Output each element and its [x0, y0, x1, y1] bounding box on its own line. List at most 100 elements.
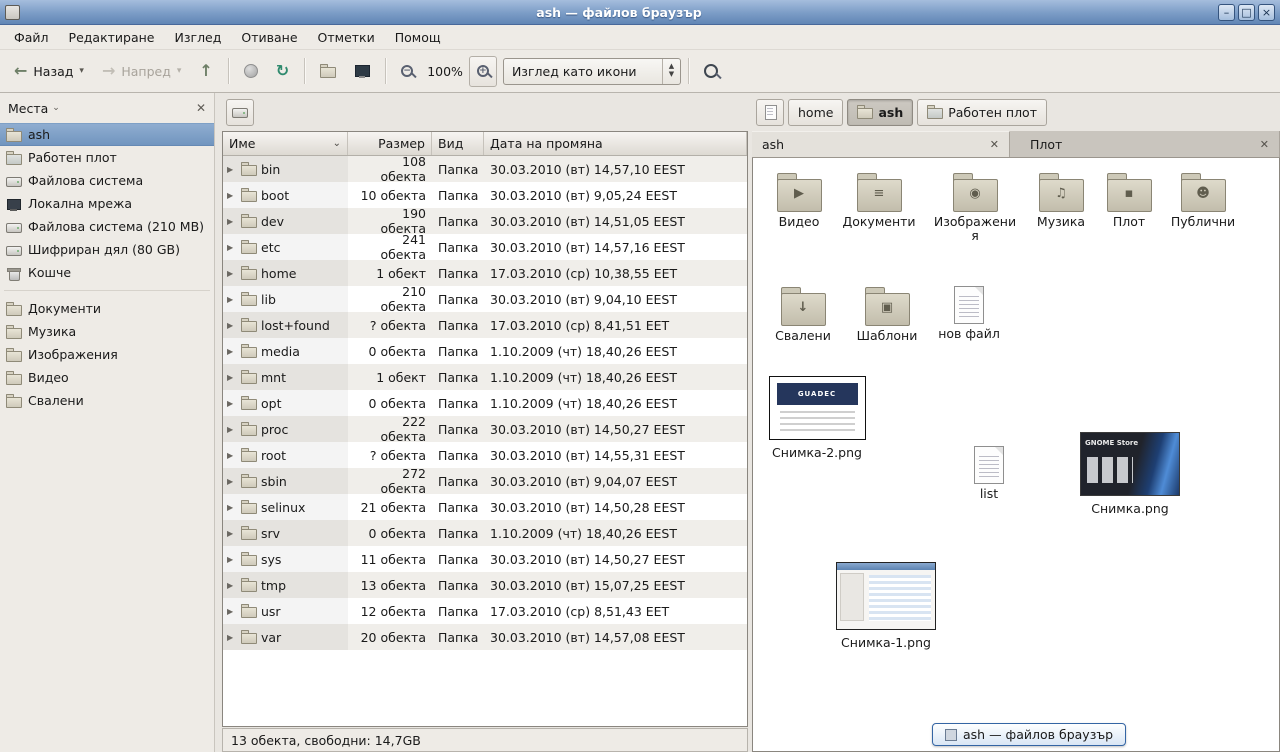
expander-icon[interactable]: ▶ — [227, 295, 237, 304]
sidebar-item[interactable]: Локална мрежа — [0, 192, 214, 215]
sidebar-item[interactable]: Работен плот — [0, 146, 214, 169]
pathbar-root-button[interactable] — [756, 99, 784, 126]
combobox-spinner-icon[interactable]: ▲▼ — [662, 59, 680, 84]
sidebar-close-icon[interactable]: ✕ — [196, 101, 206, 115]
up-button[interactable]: ↑ — [191, 56, 220, 87]
folder-desktop[interactable]: Плот — [1091, 172, 1167, 229]
search-button[interactable] — [696, 56, 726, 87]
expander-icon[interactable]: ▶ — [227, 451, 237, 460]
file-row[interactable]: ▶ sbin 272 обекта Папка 30.03.2010 (вт) … — [223, 468, 747, 494]
column-header-size[interactable]: Размер — [348, 132, 432, 155]
stop-button[interactable] — [236, 56, 266, 87]
file-row[interactable]: ▶ bin 108 обекта Папка 30.03.2010 (вт) 1… — [223, 156, 747, 182]
file-row[interactable]: ▶ usr 12 обекта Папка 17.03.2010 (ср) 8,… — [223, 598, 747, 624]
folder-downloads[interactable]: Свалени — [765, 286, 841, 343]
menu-file[interactable]: Файл — [4, 27, 59, 48]
expander-icon[interactable]: ▶ — [227, 633, 237, 642]
reload-button[interactable]: ↻ — [268, 56, 297, 87]
menu-view[interactable]: Изглед — [165, 27, 232, 48]
file-row[interactable]: ▶ dev 190 обекта Папка 30.03.2010 (вт) 1… — [223, 208, 747, 234]
file-row[interactable]: ▶ proc 222 обекта Папка 30.03.2010 (вт) … — [223, 416, 747, 442]
expander-icon[interactable]: ▶ — [227, 243, 237, 252]
sidebar-item[interactable]: Файлова система — [0, 169, 214, 192]
close-button[interactable]: × — [1258, 4, 1275, 21]
folder-video[interactable]: Видео — [759, 172, 839, 229]
tab-plot[interactable]: Плот ✕ — [1010, 131, 1280, 157]
taskbar-window-button[interactable]: ash — файлов браузър — [932, 723, 1126, 746]
file-row[interactable]: ▶ lost+found ? обекта Папка 17.03.2010 (… — [223, 312, 747, 338]
file-row[interactable]: ▶ etc 241 обекта Папка 30.03.2010 (вт) 1… — [223, 234, 747, 260]
menu-bookmarks[interactable]: Отметки — [308, 27, 385, 48]
column-header-date[interactable]: Дата на промяна — [484, 132, 747, 155]
forward-button[interactable]: → Напред ▾ — [94, 56, 189, 87]
pathbar-ash-button[interactable]: ash — [847, 99, 913, 126]
column-header-type[interactable]: Вид — [432, 132, 484, 155]
file-new-file[interactable]: нов файл — [931, 286, 1007, 341]
view-mode-combobox[interactable]: Изглед като икони ▲▼ — [503, 58, 681, 85]
file-row[interactable]: ▶ media 0 обекта Папка 1.10.2009 (чт) 18… — [223, 338, 747, 364]
pathbar-home-button[interactable]: home — [788, 99, 843, 126]
root-path-button[interactable] — [226, 99, 254, 126]
home-button[interactable] — [312, 56, 344, 87]
tab-ash[interactable]: ash ✕ — [752, 131, 1010, 157]
folder-documents[interactable]: Документи — [839, 172, 919, 229]
sidebar-mode-chevron-icon[interactable]: ⌄ — [52, 103, 60, 113]
menu-edit[interactable]: Редактиране — [59, 27, 165, 48]
folder-music[interactable]: Музика — [1023, 172, 1099, 229]
expander-icon[interactable]: ▶ — [227, 373, 237, 382]
folder-templates[interactable]: Шаблони — [849, 286, 925, 343]
menu-help[interactable]: Помощ — [385, 27, 451, 48]
expander-icon[interactable]: ▶ — [227, 321, 237, 330]
folder-public[interactable]: Публични — [1165, 172, 1241, 229]
expander-icon[interactable]: ▶ — [227, 191, 237, 200]
file-row[interactable]: ▶ mnt 1 обект Папка 1.10.2009 (чт) 18,40… — [223, 364, 747, 390]
tab-close-icon[interactable]: ✕ — [1260, 138, 1269, 151]
tab-close-icon[interactable]: ✕ — [990, 138, 999, 151]
file-row[interactable]: ▶ srv 0 обекта Папка 1.10.2009 (чт) 18,4… — [223, 520, 747, 546]
menu-go[interactable]: Отиване — [231, 27, 307, 48]
file-list[interactable]: list — [951, 446, 1027, 501]
expander-icon[interactable]: ▶ — [227, 347, 237, 356]
expander-icon[interactable]: ▶ — [227, 399, 237, 408]
expander-icon[interactable]: ▶ — [227, 555, 237, 564]
expander-icon[interactable]: ▶ — [227, 217, 237, 226]
expander-icon[interactable]: ▶ — [227, 581, 237, 590]
column-header-name[interactable]: Име ⌄ — [223, 132, 348, 155]
folder-images[interactable]: Изображения — [933, 172, 1017, 243]
back-button[interactable]: ← Назад ▾ — [6, 56, 92, 87]
expander-icon[interactable]: ▶ — [227, 425, 237, 434]
sidebar-item[interactable]: Свалени — [0, 389, 214, 412]
file-row[interactable]: ▶ tmp 13 обекта Папка 30.03.2010 (вт) 15… — [223, 572, 747, 598]
file-snimka-2[interactable]: GUADEC Снимка-2.png — [767, 376, 867, 460]
expander-icon[interactable]: ▶ — [227, 269, 237, 278]
file-row[interactable]: ▶ root ? обекта Папка 30.03.2010 (вт) 14… — [223, 442, 747, 468]
back-history-chevron-icon[interactable]: ▾ — [79, 66, 84, 76]
expander-icon[interactable]: ▶ — [227, 607, 237, 616]
expander-icon[interactable]: ▶ — [227, 503, 237, 512]
file-row[interactable]: ▶ home 1 обект Папка 17.03.2010 (ср) 10,… — [223, 260, 747, 286]
sidebar-item[interactable]: Изображения — [0, 343, 214, 366]
sidebar-item[interactable]: Документи — [0, 297, 214, 320]
zoom-in-button[interactable]: + — [469, 56, 497, 87]
sidebar-item[interactable]: Музика — [0, 320, 214, 343]
file-row[interactable]: ▶ boot 10 обекта Папка 30.03.2010 (вт) 9… — [223, 182, 747, 208]
file-row[interactable]: ▶ opt 0 обекта Папка 1.10.2009 (чт) 18,4… — [223, 390, 747, 416]
expander-icon[interactable]: ▶ — [227, 529, 237, 538]
forward-history-chevron-icon[interactable]: ▾ — [177, 66, 182, 76]
file-snimka-1[interactable]: Снимка-1.png — [835, 562, 937, 650]
sidebar-item[interactable]: Файлова система (210 MB) — [0, 215, 214, 238]
sidebar-item[interactable]: Кошче — [0, 261, 214, 284]
file-snimka[interactable]: GNOME Store Снимка.png — [1079, 432, 1181, 516]
file-row[interactable]: ▶ lib 210 обекта Папка 30.03.2010 (вт) 9… — [223, 286, 747, 312]
expander-icon[interactable]: ▶ — [227, 477, 237, 486]
zoom-out-button[interactable]: − — [393, 56, 421, 87]
computer-button[interactable] — [346, 56, 378, 87]
file-row[interactable]: ▶ sys 11 обекта Папка 30.03.2010 (вт) 14… — [223, 546, 747, 572]
minimize-button[interactable]: – — [1218, 4, 1235, 21]
maximize-button[interactable]: □ — [1238, 4, 1255, 21]
expander-icon[interactable]: ▶ — [227, 165, 237, 174]
sidebar-item[interactable]: ash — [0, 123, 214, 146]
file-row[interactable]: ▶ var 20 обекта Папка 30.03.2010 (вт) 14… — [223, 624, 747, 650]
pathbar-desktop-button[interactable]: Работен плот — [917, 99, 1047, 126]
file-row[interactable]: ▶ selinux 21 обекта Папка 30.03.2010 (вт… — [223, 494, 747, 520]
